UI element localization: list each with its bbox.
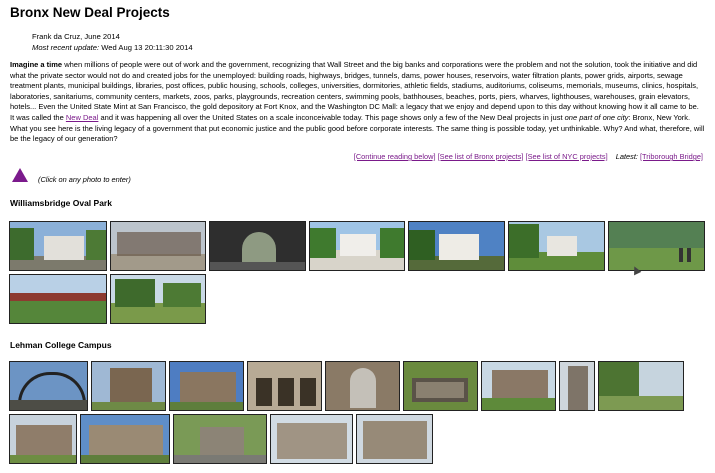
nav-links: [Continue reading below] [See list of Br… (354, 152, 703, 161)
photo-thumbnail[interactable] (403, 361, 478, 411)
photo-thumbnail[interactable] (110, 221, 206, 271)
up-triangle-icon[interactable] (12, 168, 28, 182)
photo-thumbnail[interactable] (598, 361, 684, 411)
photo-thumbnail[interactable] (481, 361, 556, 411)
photo-thumbnail[interactable] (169, 361, 244, 411)
intro-paragraph: Imagine a time when millions of people w… (10, 60, 705, 145)
section-heading-lehman: Lehman College Campus (10, 340, 112, 350)
continue-reading-link[interactable]: [Continue reading below] (354, 152, 436, 161)
photo-thumbnail[interactable] (559, 361, 595, 411)
photo-thumbnail[interactable] (247, 361, 322, 411)
photo-thumbnail[interactable] (508, 221, 605, 271)
photo-thumbnail[interactable] (325, 361, 400, 411)
photo-thumbnail[interactable] (9, 221, 107, 271)
nyc-projects-link[interactable]: [See list of NYC projects] (526, 152, 608, 161)
intro-lead: Imagine a time (10, 60, 63, 69)
photo-thumbnail[interactable] (110, 274, 206, 324)
bronx-projects-link[interactable]: [See list of Bronx projects] (438, 152, 524, 161)
byline: Frank da Cruz, June 2014 Most recent upd… (32, 31, 193, 53)
new-deal-link[interactable]: New Deal (66, 113, 99, 122)
click-hint: (Click on any photo to enter) (38, 175, 131, 184)
latest-link[interactable]: [Triborough Bridge] (640, 152, 703, 161)
photo-thumbnail[interactable] (209, 221, 306, 271)
photo-thumbnail[interactable] (356, 414, 433, 464)
intro-emphasis: one part of one city (564, 112, 629, 122)
latest-label: Latest: (615, 152, 638, 161)
photo-thumbnail[interactable] (270, 414, 353, 464)
photo-thumbnail[interactable] (91, 361, 166, 411)
photo-thumbnail[interactable] (9, 361, 88, 411)
photo-thumbnail[interactable] (80, 414, 170, 464)
section-heading-williamsbridge: Williamsbridge Oval Park (10, 198, 112, 208)
update-line: Most recent update: Wed Aug 13 20:11:30 … (32, 42, 193, 53)
photo-thumbnail[interactable] (9, 414, 77, 464)
photo-thumbnail[interactable] (608, 221, 705, 271)
author: Frank da Cruz, June 2014 (32, 32, 120, 41)
intro-text-2: and it was happening all over the United… (98, 112, 565, 122)
update-label: Most recent update: (32, 43, 100, 52)
photo-thumbnail[interactable] (9, 274, 107, 324)
update-value: Wed Aug 13 20:11:30 2014 (101, 43, 193, 52)
page-title: Bronx New Deal Projects (10, 5, 170, 20)
photo-thumbnail[interactable] (408, 221, 505, 271)
photo-thumbnail[interactable] (173, 414, 267, 464)
photo-thumbnail[interactable] (309, 221, 405, 271)
